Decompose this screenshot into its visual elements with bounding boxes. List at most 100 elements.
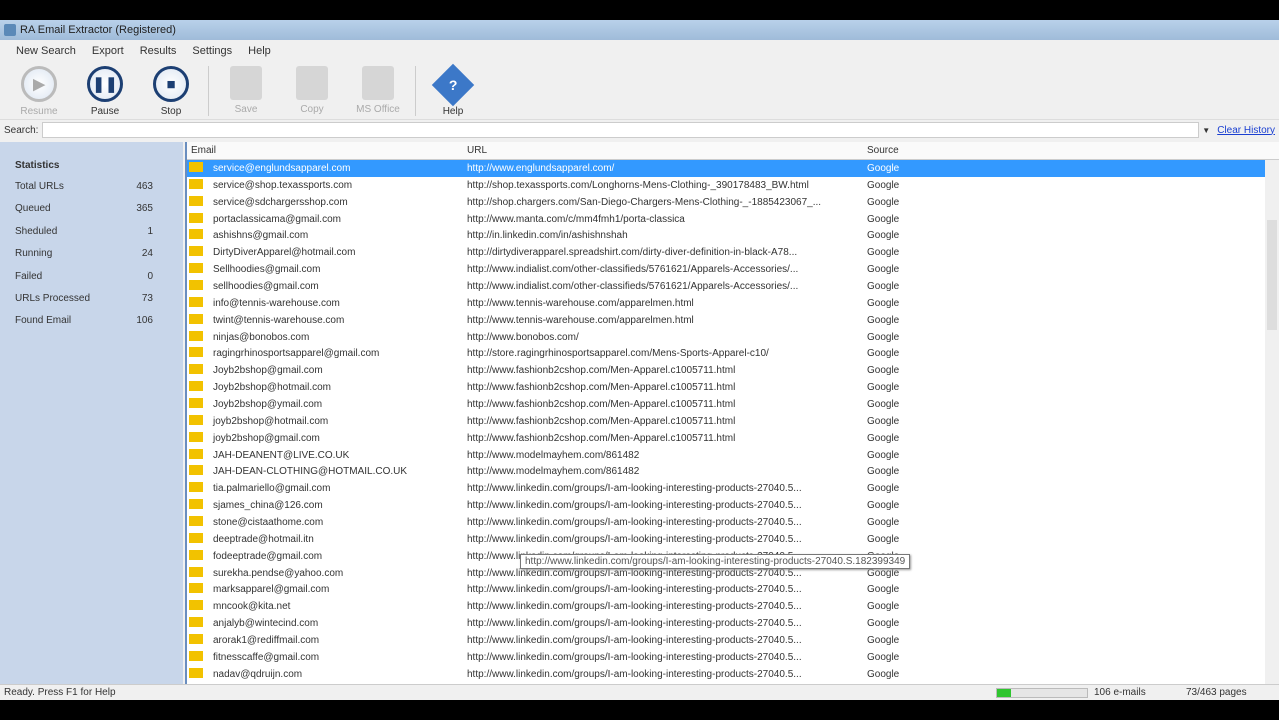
table-row[interactable]: service@englundsapparel.com http://www.en… <box>187 160 1279 177</box>
vertical-scrollbar[interactable] <box>1265 160 1279 684</box>
stat-label: Found Email <box>15 315 72 327</box>
table-row[interactable]: mncook@kita.net http://www.linkedin.com/g… <box>187 598 1279 615</box>
statistics-title: Statistics <box>15 160 60 171</box>
table-row[interactable]: nadav@qdruijn.com http://www.linkedin.com… <box>187 666 1279 683</box>
source-cell: Google <box>867 449 900 461</box>
email-cell: joyb2bshop@gmail.com <box>213 432 320 444</box>
stop-button[interactable]: ■ Stop <box>138 62 204 117</box>
statistics-panel: Statistics Total URLs 463 Queued 365 Shedule… <box>0 142 183 684</box>
table-row[interactable]: tia.palmariello@gmail.com http://www.link… <box>187 480 1279 497</box>
title-bar: RA Email Extractor (Registered) <box>0 20 1279 40</box>
email-cell: JAH-DEANENT@LIVE.CO.UK <box>213 449 350 461</box>
stat-label: URLs Processed <box>15 292 91 304</box>
table-row[interactable]: sjames_china@126.com http://www.linkedin.… <box>187 497 1279 514</box>
email-cell: portaclassicama@gmail.com <box>213 213 341 225</box>
menu-help[interactable]: Help <box>240 45 279 57</box>
table-row[interactable]: portaclassicama@gmail.com http://www.mant… <box>187 211 1279 228</box>
source-cell: Google <box>867 264 900 276</box>
stat-value: 106 <box>136 315 153 327</box>
source-cell: Google <box>867 297 900 309</box>
table-row[interactable]: service@shop.texassports.com http://shop.… <box>187 177 1279 194</box>
table-row[interactable]: ashishns@gmail.com http://in.linkedin.com… <box>187 227 1279 244</box>
email-cell: sjames_china@126.com <box>213 500 323 512</box>
table-row[interactable]: sellhoodies@gmail.com http://www.indialis… <box>187 278 1279 295</box>
table-row[interactable]: arorak1@rediffmail.com http://www.linkedi… <box>187 632 1279 649</box>
email-cell: surekha.pendse@yahoo.com <box>213 567 344 579</box>
url-cell: http://www.linkedin.com/groups/I-am-look… <box>467 483 802 495</box>
source-cell: Google <box>867 584 900 596</box>
table-row[interactable]: service@sdchargersshop.com http://shop.ch… <box>187 194 1279 211</box>
envelope-icon <box>189 313 203 324</box>
menu-settings[interactable]: Settings <box>184 45 240 57</box>
source-cell: Google <box>867 398 900 410</box>
url-cell: http://www.indialist.com/other-classifie… <box>467 280 799 292</box>
envelope-icon <box>189 633 203 644</box>
table-row[interactable]: JAH-DEAN-CLOTHING@HOTMAIL.CO.UK http://ww… <box>187 463 1279 480</box>
search-input[interactable] <box>42 122 1200 138</box>
email-cell: ragingrhinosportsapparel@gmail.com <box>213 348 380 360</box>
url-cell: http://www.linkedin.com/groups/I-am-look… <box>467 634 802 646</box>
table-row[interactable]: anjalyb@wintecind.com http://www.linkedin… <box>187 615 1279 632</box>
menu-export[interactable]: Export <box>84 45 132 57</box>
save-button[interactable]: Save <box>213 62 279 115</box>
menu-new-search[interactable]: New Search <box>8 45 84 57</box>
url-cell: http://store.ragingrhinosportsapparel.co… <box>467 348 769 360</box>
table-row[interactable]: Joyb2bshop@gmail.com http://www.fashionb2… <box>187 362 1279 379</box>
envelope-icon <box>189 246 203 257</box>
table-row[interactable]: JAH-DEANENT@LIVE.CO.UK http://www.modelma… <box>187 447 1279 464</box>
table-row[interactable]: info@tennis-warehouse.com http://www.tenn… <box>187 295 1279 312</box>
office-icon <box>362 66 394 100</box>
envelope-icon <box>189 499 203 510</box>
url-cell: http://www.manta.com/c/mm4fmh1/porta-cla… <box>467 213 685 225</box>
table-row[interactable]: Joyb2bshop@ymail.com http://www.fashionb2… <box>187 396 1279 413</box>
copy-button[interactable]: Copy <box>279 62 345 115</box>
column-url[interactable]: URL <box>467 145 867 156</box>
table-row[interactable]: DirtyDiverApparel@hotmail.com http://dirt… <box>187 244 1279 261</box>
table-row[interactable]: ragingrhinosportsapparel@gmail.com http:/… <box>187 345 1279 362</box>
email-cell: mncook@kita.net <box>213 601 291 613</box>
help-button[interactable]: ? Help <box>420 62 486 117</box>
envelope-icon <box>189 431 203 442</box>
table-row[interactable]: marksapparel@gmail.com http://www.linkedi… <box>187 581 1279 598</box>
email-cell: arorak1@rediffmail.com <box>213 634 320 646</box>
table-row[interactable]: fitnesscaffe@gmail.com http://www.linkedi… <box>187 649 1279 666</box>
url-cell: http://www.indialist.com/other-classifie… <box>467 264 799 276</box>
email-cell: stone@cistaathome.com <box>213 516 324 528</box>
table-row[interactable]: joyb2bshop@gmail.com http://www.fashionb2… <box>187 430 1279 447</box>
clear-history-link[interactable]: Clear History <box>1217 125 1275 136</box>
chevron-down-icon[interactable]: ▼ <box>1199 126 1213 135</box>
table-row[interactable]: stone@cistaathome.com http://www.linkedin… <box>187 514 1279 531</box>
scroll-thumb[interactable] <box>1267 220 1277 330</box>
url-cell: http://www.modelmayhem.com/861482 <box>467 449 640 461</box>
table-row[interactable]: joyb2bshop@hotmail.com http://www.fashion… <box>187 413 1279 430</box>
pause-button[interactable]: ❚❚ Pause <box>72 62 138 117</box>
envelope-icon <box>189 364 203 375</box>
column-email[interactable]: Email <box>187 145 467 156</box>
email-cell: info@tennis-warehouse.com <box>213 297 340 309</box>
email-count: 106 e-mails <box>1094 687 1146 698</box>
email-cell: service@shop.texassports.com <box>213 179 353 191</box>
envelope-icon <box>189 161 203 172</box>
table-row[interactable]: deeptrade@hotmail.itn http://www.linkedin… <box>187 531 1279 548</box>
source-cell: Google <box>867 196 900 208</box>
table-row[interactable]: twint@tennis-warehouse.com http://www.ten… <box>187 312 1279 329</box>
resume-button[interactable]: ▶ Resume <box>6 62 72 117</box>
results-table: Email URL Source service@englundsapparel… <box>185 142 1279 684</box>
envelope-icon <box>189 279 203 290</box>
url-cell: http://www.linkedin.com/groups/I-am-look… <box>467 618 802 630</box>
source-cell: Google <box>867 331 900 343</box>
status-text: Ready. Press F1 for Help <box>4 687 116 698</box>
email-cell: fodeeptrade@gmail.com <box>213 550 323 562</box>
play-icon: ▶ <box>21 66 57 102</box>
column-source[interactable]: Source <box>867 145 967 156</box>
table-row[interactable]: Sellhoodies@gmail.com http://www.indialis… <box>187 261 1279 278</box>
source-cell: Google <box>867 432 900 444</box>
email-cell: Sellhoodies@gmail.com <box>213 264 321 276</box>
table-row[interactable]: ninjas@bonobos.com http://www.bonobos.com… <box>187 329 1279 346</box>
table-row[interactable]: Joyb2bshop@hotmail.com http://www.fashion… <box>187 379 1279 396</box>
menu-results[interactable]: Results <box>132 45 185 57</box>
ms-office-button[interactable]: MS Office <box>345 62 411 115</box>
email-cell: deeptrade@hotmail.itn <box>213 533 314 545</box>
stat-label: Total URLs <box>15 181 64 192</box>
url-cell: http://www.fashionb2cshop.com/Men-Appare… <box>467 432 736 444</box>
